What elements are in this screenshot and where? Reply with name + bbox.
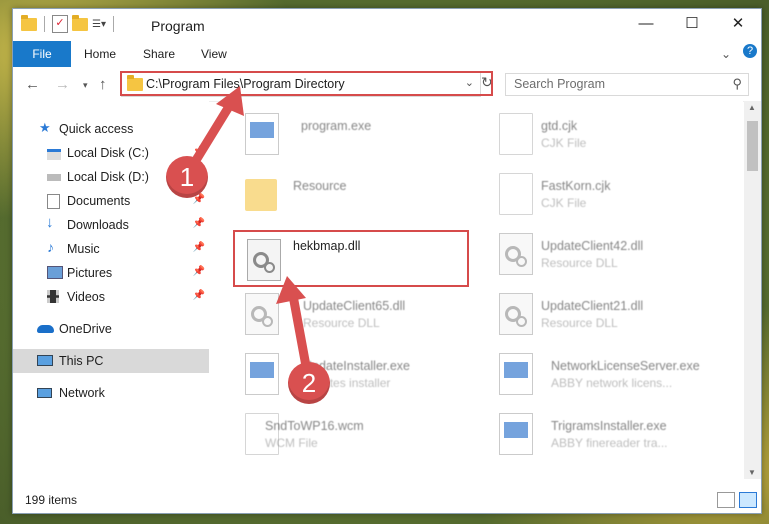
step-badge-2: 2 [288,362,330,404]
step-badge-1: 1 [166,156,208,198]
arrow-1 [185,86,244,175]
arrow-2 [276,276,311,371]
annotation-arrows [185,86,311,371]
